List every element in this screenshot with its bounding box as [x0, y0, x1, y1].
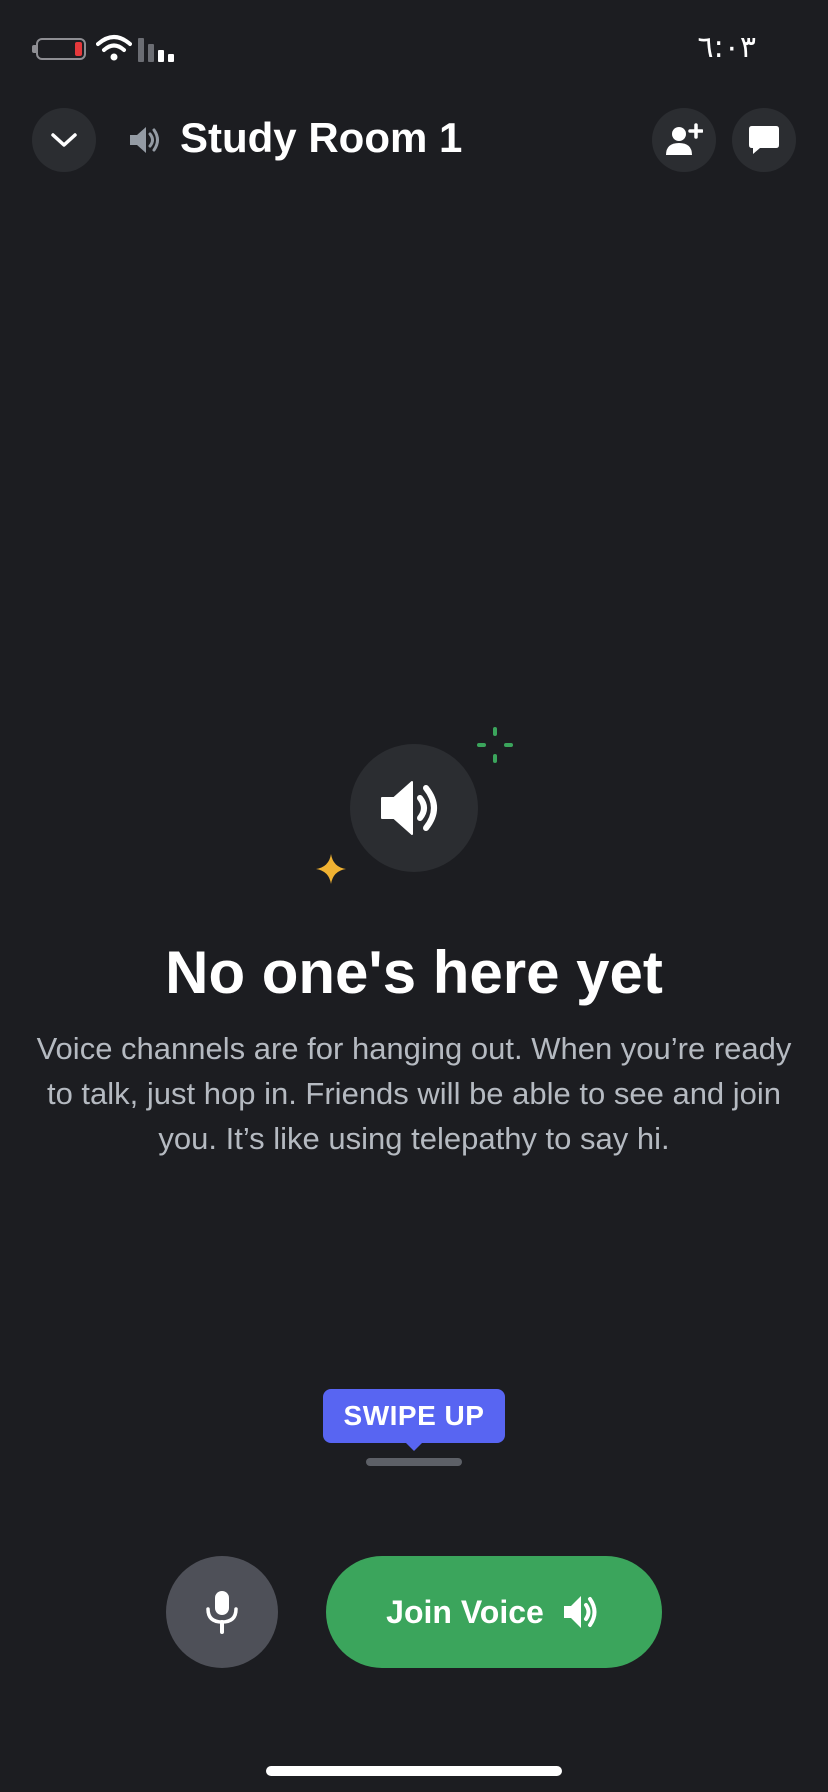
speaker-icon [130, 127, 159, 153]
add-user-icon [666, 123, 703, 155]
battery-level [75, 42, 82, 56]
invite-button[interactable] [652, 108, 716, 172]
empty-state-description: Voice channels are for hanging out. When… [36, 1031, 792, 1156]
collapse-button[interactable] [32, 108, 96, 172]
sparkle-green-icon [477, 727, 513, 763]
channel-title: Study Room 1 [180, 114, 463, 161]
voice-channel-illustration [350, 744, 478, 872]
join-voice-button[interactable]: Join Voice [326, 1556, 662, 1668]
status-time: ٦:٠٣ [697, 30, 756, 65]
swipe-up-label: SWIPE UP [343, 1400, 485, 1431]
speaker-icon [381, 781, 437, 835]
chevron-down-icon [51, 133, 77, 147]
wifi-icon [96, 35, 132, 61]
empty-state-heading: No one's here yet [165, 939, 663, 1006]
tooltip-pointer [404, 1441, 424, 1451]
battery-icon [36, 38, 86, 60]
microphone-button[interactable] [166, 1556, 278, 1668]
microphone-icon [206, 1591, 238, 1634]
chat-bubble-icon [749, 126, 779, 154]
sparkle-yellow-icon [316, 854, 346, 884]
cellular-signal-icon [138, 38, 174, 62]
chat-button[interactable] [732, 108, 796, 172]
join-voice-label: Join Voice [386, 1593, 544, 1630]
swipe-up-tooltip: SWIPE UP [323, 1389, 505, 1443]
speaker-icon [563, 1596, 597, 1628]
sheet-grabber-handle[interactable] [366, 1458, 462, 1466]
home-indicator[interactable] [266, 1766, 562, 1776]
